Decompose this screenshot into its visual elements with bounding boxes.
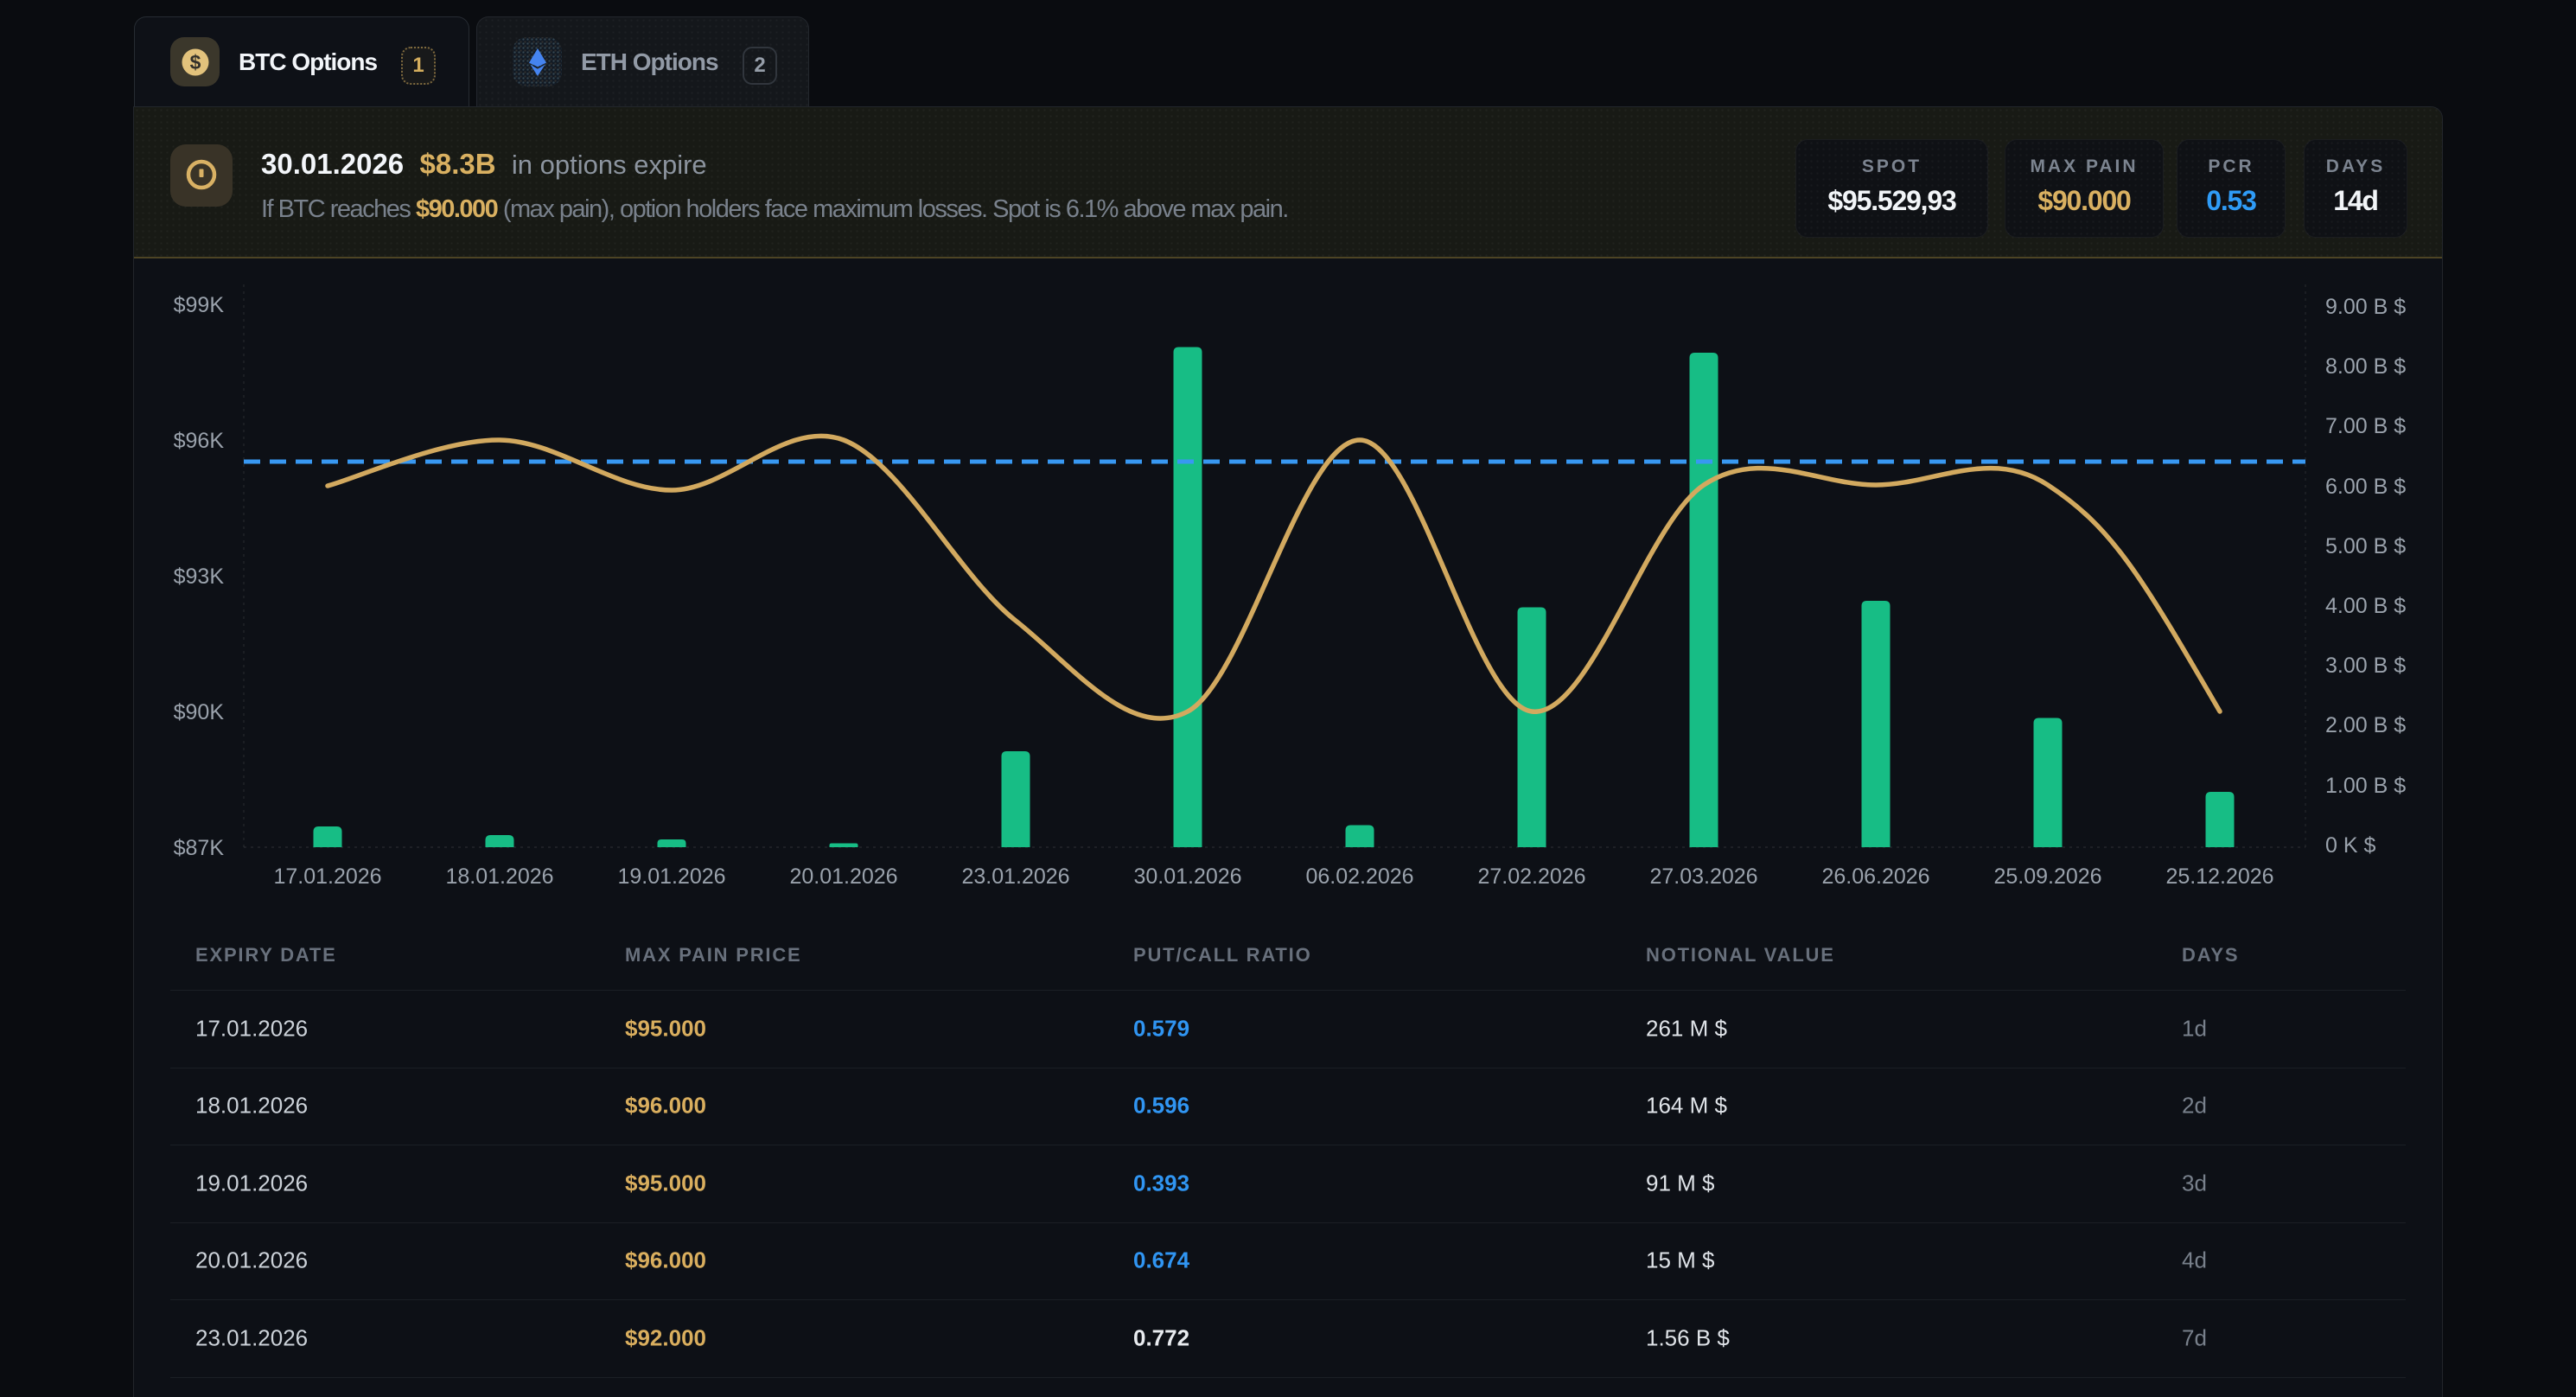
svg-text:19.01.2026: 19.01.2026	[617, 864, 725, 889]
svg-text:$: $	[189, 51, 201, 73]
svg-text:$87K: $87K	[174, 836, 225, 860]
svg-text:25.09.2026: 25.09.2026	[1993, 864, 2101, 889]
svg-text:27.03.2026: 27.03.2026	[1649, 864, 1757, 889]
svg-text:27.02.2026: 27.02.2026	[1477, 864, 1585, 889]
svg-text:0 K $: 0 K $	[2325, 833, 2375, 858]
svg-text:7.00 B $: 7.00 B $	[2325, 414, 2406, 438]
svg-text:6.00 B $: 6.00 B $	[2325, 475, 2406, 499]
svg-text:20.01.2026: 20.01.2026	[789, 864, 897, 889]
svg-text:$99K: $99K	[174, 293, 225, 317]
svg-text:2.00 B $: 2.00 B $	[2325, 713, 2406, 737]
svg-text:25.12.2026: 25.12.2026	[2165, 864, 2273, 889]
svg-text:9.00 B $: 9.00 B $	[2325, 295, 2406, 319]
svg-text:30.01.2026: 30.01.2026	[1133, 864, 1241, 889]
svg-text:26.06.2026: 26.06.2026	[1821, 864, 1929, 889]
svg-text:3.00 B $: 3.00 B $	[2325, 654, 2406, 678]
svg-text:$96K: $96K	[174, 429, 225, 453]
svg-text:06.02.2026: 06.02.2026	[1305, 864, 1413, 889]
svg-text:23.01.2026: 23.01.2026	[961, 864, 1069, 889]
svg-text:$90K: $90K	[174, 700, 225, 724]
svg-text:4.00 B $: 4.00 B $	[2325, 594, 2406, 618]
svg-text:1.00 B $: 1.00 B $	[2325, 774, 2406, 798]
svg-text:18.01.2026: 18.01.2026	[445, 864, 553, 889]
svg-text:$93K: $93K	[174, 565, 225, 589]
svg-text:5.00 B $: 5.00 B $	[2325, 534, 2406, 558]
svg-text:17.01.2026: 17.01.2026	[273, 864, 381, 889]
svg-text:8.00 B $: 8.00 B $	[2325, 354, 2406, 379]
